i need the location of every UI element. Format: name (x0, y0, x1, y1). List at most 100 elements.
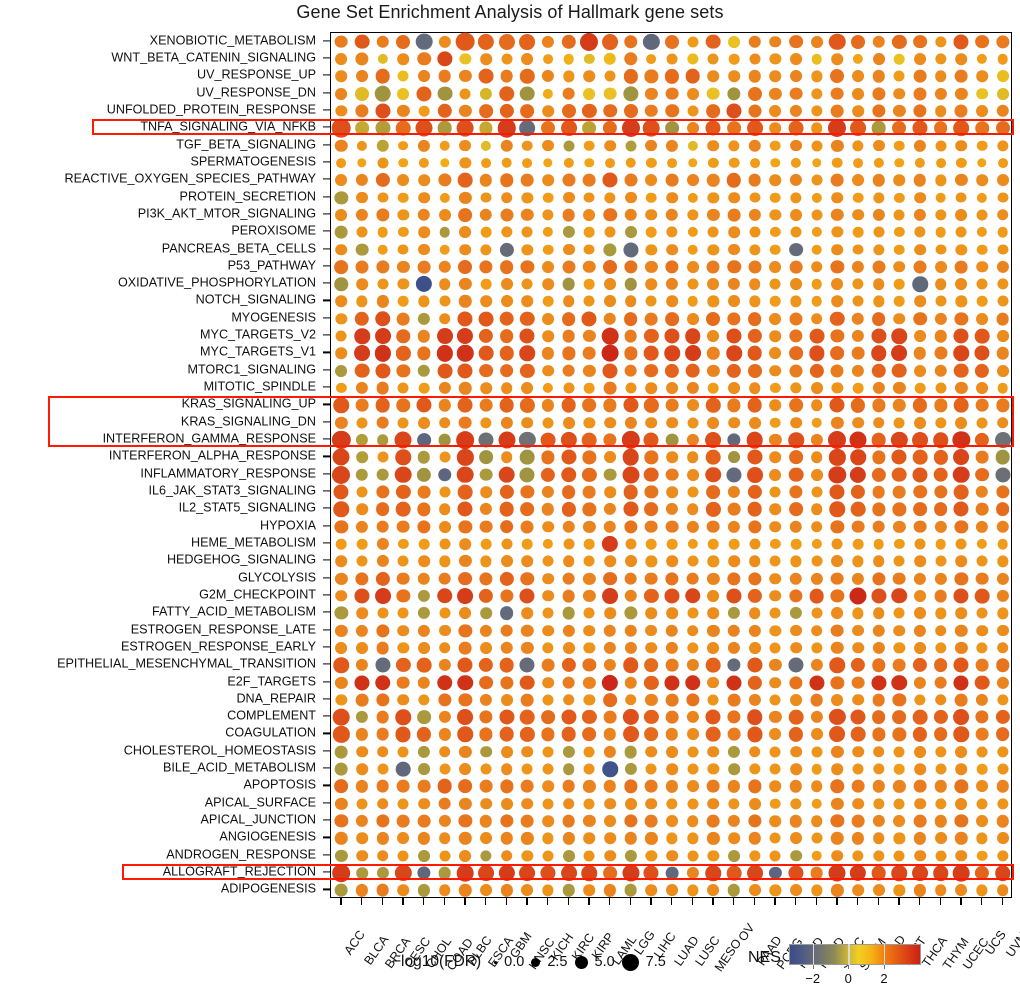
bubble (623, 241, 639, 258)
bubble (726, 173, 742, 188)
bubble (707, 797, 720, 810)
y-axis-tick (323, 854, 330, 856)
bubble (829, 726, 846, 743)
bubble (645, 87, 658, 100)
bubble (457, 501, 473, 517)
bubble (374, 674, 391, 691)
bubble (728, 243, 740, 256)
bubble (996, 814, 1009, 828)
bubble (355, 399, 369, 412)
bubble (500, 416, 513, 429)
bubble (335, 572, 348, 585)
bubble (561, 398, 576, 413)
bubble (604, 191, 616, 204)
bubble (356, 226, 368, 238)
bubble (789, 398, 803, 413)
bubble (645, 104, 658, 118)
bubble (621, 430, 640, 450)
bubble (376, 416, 390, 430)
bubble (789, 346, 803, 361)
bubble (790, 139, 802, 152)
bubble (852, 70, 864, 83)
bubble (377, 244, 388, 255)
size-legend-item: 0.0 (494, 954, 524, 970)
bubble (913, 520, 927, 533)
bubble (480, 850, 492, 862)
bubble (707, 589, 720, 602)
bubble (459, 745, 472, 758)
bubble (955, 208, 968, 221)
bubble (354, 588, 370, 604)
bubble (996, 642, 1009, 654)
bubble (497, 118, 516, 138)
bubble (935, 798, 947, 810)
bubble (892, 34, 907, 49)
bubble (955, 849, 968, 862)
bubble (955, 884, 968, 897)
bubble (457, 864, 474, 882)
bubble (850, 709, 866, 725)
bubble (499, 657, 514, 673)
bubble (376, 832, 389, 845)
bubble (542, 330, 554, 342)
bubble (519, 657, 535, 673)
bubble (829, 449, 846, 466)
bubble (873, 850, 885, 862)
bubble (809, 588, 824, 604)
bubble (500, 295, 513, 308)
bubble (976, 382, 988, 394)
bubble (625, 140, 637, 152)
bubble (912, 432, 928, 448)
bubble (934, 329, 947, 343)
x-axis-tick (443, 898, 445, 905)
bubble (397, 278, 409, 290)
bubble (397, 104, 410, 118)
bubble (646, 54, 657, 64)
bubble (417, 260, 431, 274)
bubble (583, 676, 596, 689)
bubble (583, 572, 596, 585)
bubble (995, 502, 1010, 517)
bubble (581, 311, 597, 327)
bubble (810, 122, 823, 135)
y-axis-tick (323, 109, 330, 111)
bubble (850, 120, 866, 137)
bubble (893, 70, 905, 82)
bubble (397, 260, 410, 273)
bubble (686, 572, 700, 585)
bubble (499, 727, 514, 742)
size-legend-title: −log10(FDR) (392, 953, 482, 970)
bubble (749, 538, 761, 550)
bubble (727, 520, 741, 533)
bubble (893, 417, 905, 429)
bubble (852, 884, 864, 897)
bubble (418, 226, 430, 238)
bubble (417, 329, 431, 343)
bubble (624, 883, 638, 897)
bubble (623, 484, 638, 500)
bubble (852, 538, 864, 550)
bubble (687, 192, 698, 203)
bubble (457, 726, 474, 743)
bubble (334, 519, 348, 534)
bubble (810, 572, 823, 585)
y-axis-label: ADIPOGENESIS (220, 882, 316, 897)
bubble (894, 140, 905, 151)
y-axis-label: GLYCOLYSIS (238, 570, 316, 585)
bubble (562, 520, 575, 533)
bubble (520, 450, 535, 465)
bubble (521, 763, 533, 775)
bubble (563, 70, 575, 82)
bubble (398, 140, 409, 151)
bubble (811, 87, 823, 100)
bubble (727, 780, 741, 793)
bubble (872, 641, 885, 654)
bubble (459, 832, 472, 845)
bubble (975, 502, 989, 516)
bubble (996, 35, 1010, 49)
bubble (852, 192, 864, 203)
bubble (892, 467, 907, 482)
bubble (976, 70, 988, 83)
bubble (789, 87, 803, 100)
bubble (830, 675, 844, 690)
